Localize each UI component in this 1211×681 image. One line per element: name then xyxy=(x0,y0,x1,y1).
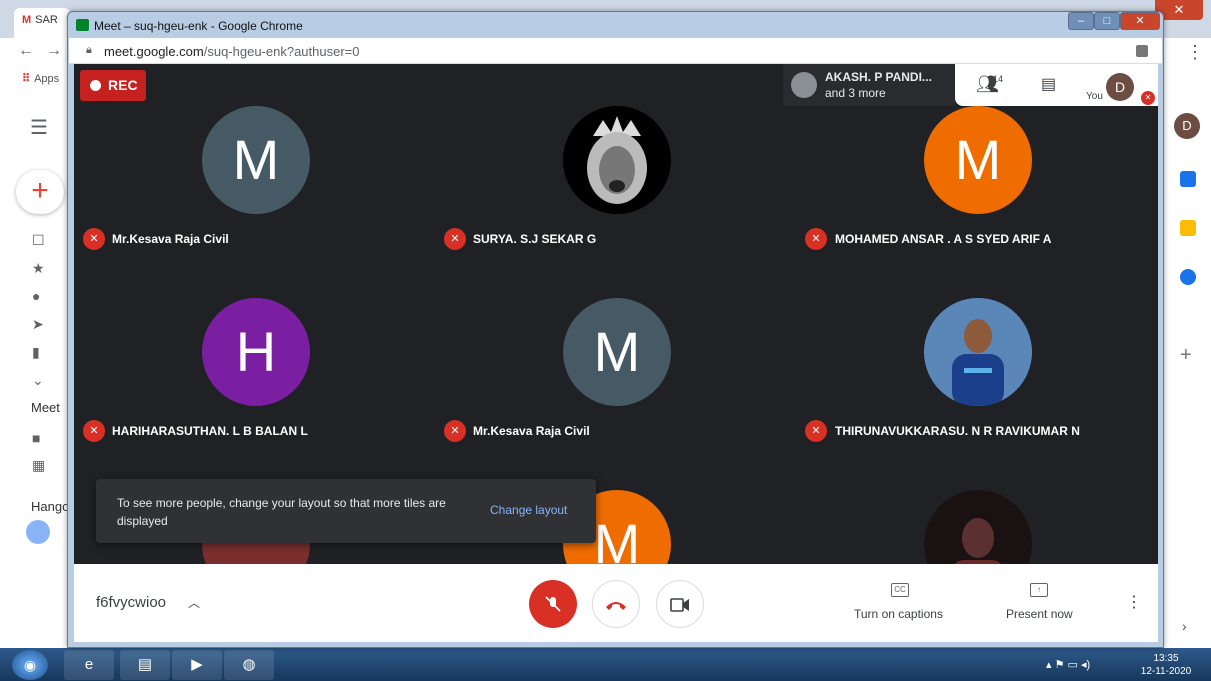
mic-off-icon xyxy=(545,596,561,612)
star-icon[interactable]: ★ xyxy=(32,260,45,277)
maximize-button[interactable]: □ xyxy=(1094,12,1120,30)
camera-toggle-button[interactable] xyxy=(656,580,704,628)
minimize-button[interactable]: – xyxy=(1068,12,1094,30)
gmail-icon: M xyxy=(22,14,32,26)
camera-icon xyxy=(670,598,689,612)
present-screen-icon[interactable]: ↑ xyxy=(1030,583,1048,597)
inbox-icon[interactable]: ☐ xyxy=(32,232,45,249)
system-tray[interactable]: ▴ ⚑ ▭ ◂) xyxy=(1046,658,1090,671)
chrome-icon[interactable]: ◍ xyxy=(224,650,274,680)
meet-section-label: Meet xyxy=(31,400,60,415)
explorer-icon[interactable]: ▤ xyxy=(120,650,170,680)
gmail-tab-title: SAR xyxy=(35,14,58,26)
captions-icon[interactable]: CC xyxy=(891,583,909,597)
media-player-icon[interactable]: ▶ xyxy=(172,650,222,680)
add-addon-icon[interactable]: + xyxy=(1180,344,1192,367)
clock-date: 12-11-2020 xyxy=(1140,666,1192,677)
expand-panel-icon[interactable]: › xyxy=(1182,618,1187,634)
apps-bookmark[interactable]: ⠿ Apps xyxy=(22,72,59,85)
forward-icon[interactable]: → xyxy=(46,42,62,60)
back-icon[interactable]: ← xyxy=(18,42,34,60)
captions-button-label[interactable]: Turn on captions xyxy=(854,607,943,621)
keep-app-icon[interactable] xyxy=(1180,220,1196,236)
hangouts-avatar[interactable] xyxy=(26,520,50,544)
compose-button[interactable]: + xyxy=(16,170,64,214)
account-avatar[interactable]: D xyxy=(1174,113,1200,139)
meet-favicon-icon xyxy=(76,19,89,31)
clock-icon[interactable]: ● xyxy=(32,288,40,304)
clock[interactable]: 13:35 12-11-2020 xyxy=(1136,652,1196,678)
lock-icon[interactable]: 🔒︎ xyxy=(86,44,92,57)
mic-toggle-button[interactable] xyxy=(529,580,577,628)
more-options-icon[interactable]: ⋮ xyxy=(1126,592,1142,612)
dark-portrait-photo xyxy=(924,490,1032,564)
participant-photo[interactable] xyxy=(924,490,1032,564)
chevron-up-icon[interactable]: ︿ xyxy=(188,594,200,611)
leave-call-button[interactable] xyxy=(592,580,640,628)
send-icon[interactable]: ➤ xyxy=(32,316,44,333)
apps-grid-icon: ⠿ xyxy=(22,73,31,85)
ie-icon[interactable]: e xyxy=(64,650,114,680)
file-icon[interactable]: ▮ xyxy=(32,344,40,361)
clock-time: 13:35 xyxy=(1153,653,1179,664)
tasks-app-icon[interactable] xyxy=(1180,269,1196,285)
calendar-icon[interactable]: ▦ xyxy=(32,457,45,474)
camera-blocked-icon[interactable] xyxy=(1136,45,1148,57)
chevron-down-icon[interactable]: ⌄ xyxy=(32,372,44,389)
meeting-code[interactable]: f6fvycwioo xyxy=(96,594,166,611)
hamburger-menu-icon[interactable]: ☰ xyxy=(30,115,48,140)
url-text[interactable]: meet.google.com/suq-hgeu-enk?authuser=0 xyxy=(104,44,360,59)
calendar-app-icon[interactable] xyxy=(1180,171,1196,187)
change-layout-button[interactable]: Change layout xyxy=(490,503,567,517)
browser-menu-icon[interactable]: ⋮ xyxy=(1186,42,1204,63)
gmail-tab[interactable]: M SAR xyxy=(14,8,70,38)
toast-message: To see more people, change your layout s… xyxy=(117,496,446,528)
hangouts-section-label: Hango xyxy=(31,499,70,514)
close-button[interactable]: ✕ xyxy=(1120,12,1160,30)
hang-up-icon xyxy=(606,602,626,610)
present-now-button-label[interactable]: Present now xyxy=(1006,607,1073,621)
start-button[interactable]: ◉ xyxy=(12,650,48,680)
video-icon[interactable]: ■ xyxy=(32,430,40,446)
window-title: Meet – suq-hgeu-enk - Google Chrome xyxy=(94,19,303,33)
